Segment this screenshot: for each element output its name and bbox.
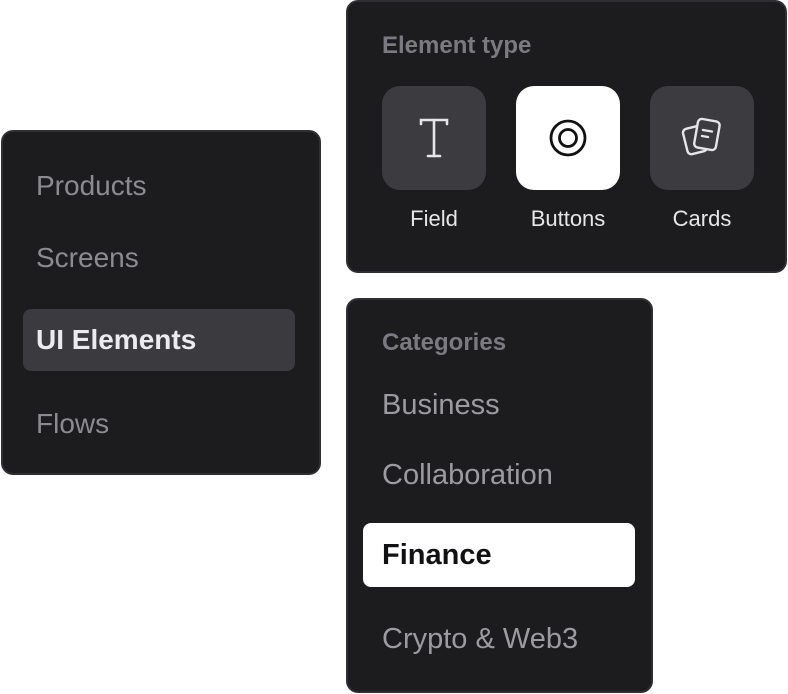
- target-icon: [549, 119, 587, 157]
- category-label: Crypto & Web3: [382, 622, 579, 655]
- field-label[interactable]: Field: [364, 206, 504, 232]
- nav-panel: Products Screens UI Elements Flows: [1, 130, 321, 475]
- category-label: Business: [382, 388, 500, 421]
- nav-item-label: UI Elements: [36, 324, 197, 355]
- buttons-label[interactable]: Buttons: [498, 206, 638, 232]
- element-type-panel: Element type Field Buttons Cards: [346, 0, 787, 273]
- nav-item-ui-elements[interactable]: UI Elements: [23, 309, 295, 371]
- text-cursor-icon: [419, 118, 449, 158]
- nav-item-screens[interactable]: Screens: [23, 227, 295, 289]
- categories-heading: Categories: [382, 329, 507, 356]
- categories-panel: Categories Business Collaboration Financ…: [346, 298, 653, 693]
- buttons-tile[interactable]: [516, 86, 620, 190]
- category-business[interactable]: Business: [363, 373, 635, 437]
- category-finance[interactable]: Finance: [363, 523, 635, 587]
- nav-item-flows[interactable]: Flows: [23, 393, 295, 455]
- category-collaboration[interactable]: Collaboration: [363, 443, 635, 507]
- cards-label[interactable]: Cards: [632, 206, 772, 232]
- cards-icon: [681, 117, 721, 156]
- nav-item-label: Flows: [36, 408, 110, 439]
- element-type-heading: Element type: [382, 32, 532, 59]
- nav-item-label: Screens: [36, 242, 139, 273]
- field-tile[interactable]: [382, 86, 486, 190]
- category-label: Finance: [382, 538, 492, 571]
- category-label: Collaboration: [382, 458, 553, 491]
- nav-item-products[interactable]: Products: [23, 155, 295, 217]
- cards-tile[interactable]: [650, 86, 754, 190]
- nav-item-label: Products: [36, 170, 147, 201]
- category-crypto-web3[interactable]: Crypto & Web3: [363, 607, 635, 671]
